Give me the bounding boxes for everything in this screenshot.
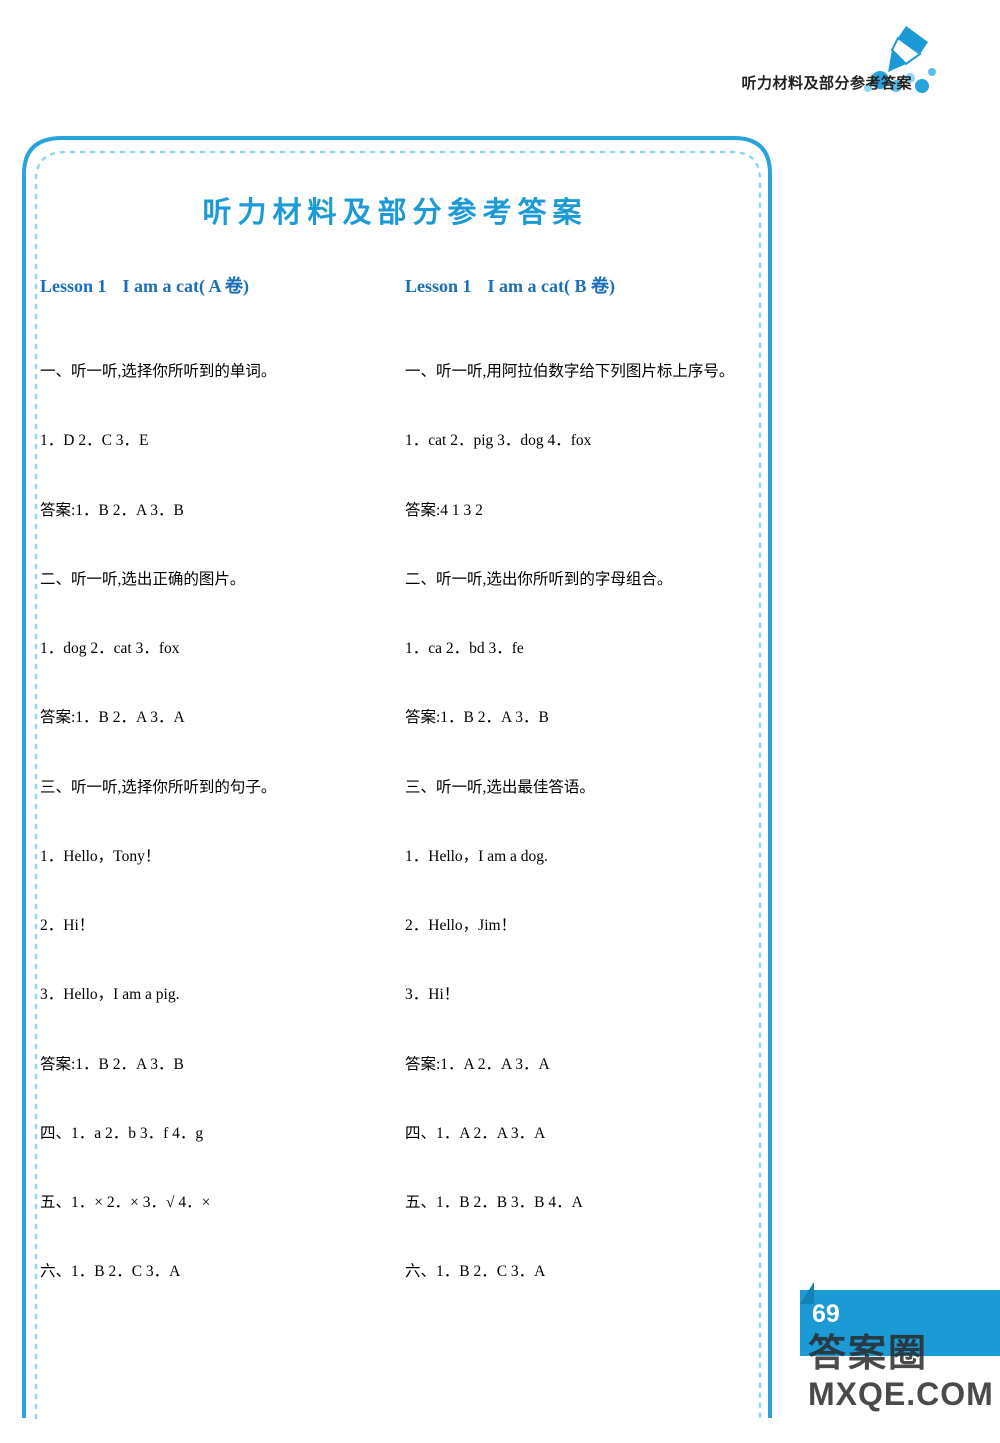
answer-line: 答案:4 1 3 2 (405, 501, 483, 519)
lesson-title-a: I am a cat (122, 276, 199, 296)
page-title: 听力材料及部分参考答案 (202, 197, 588, 229)
answer-line: 三、听一听,选择你所听到的句子。 (40, 778, 277, 796)
watermark: 答案圈 MXQE.COM (800, 1320, 1000, 1443)
answers-column-a: Lesson 1 I am a cat( A 卷) 一、听一听,选择你所听到的单词… (40, 272, 370, 1330)
answer-line: 答案:1．B 2．A 3．B (40, 501, 184, 519)
lesson-heading-b: Lesson 1 I am a cat( B 卷) (405, 272, 735, 298)
answer-line: 1．Hello，Tony！ (40, 847, 161, 865)
page-header: 听力材料及部分参考答案 (0, 0, 1000, 112)
answer-line: 1．ca 2．bd 3．fe (405, 640, 524, 657)
lesson-volume-a: ( A 卷) (199, 276, 250, 296)
answer-line: 3．Hello，I am a pig. (40, 986, 180, 1004)
answer-line: 六、1．B 2．C 3．A (40, 1263, 181, 1281)
answer-line: 1．dog 2．cat 3．fox (40, 640, 180, 657)
lesson-volume-b: ( B 卷) (564, 276, 615, 296)
answer-line: 答案:1．B 2．A 3．A (40, 709, 185, 727)
answer-line: 2．Hello，Jim！ (405, 917, 517, 934)
answer-line: 答案:1．A 2．A 3．A (405, 1055, 550, 1073)
answer-line: 二、听一听,选出你所听到的字母组合。 (405, 570, 673, 588)
answer-line: 答案:1．B 2．A 3．B (405, 709, 549, 727)
answer-line: 四、1．a 2．b 3．f 4．g (40, 1124, 204, 1142)
answer-line: 3．Hi！ (405, 986, 460, 1004)
watermark-english: MXQE.COM (808, 1376, 994, 1412)
lesson-number-a: Lesson 1 (40, 276, 107, 296)
lesson-number-b: Lesson 1 (405, 276, 472, 296)
watermark-chinese: 答案圈 (808, 1333, 929, 1375)
answers-column-b: Lesson 1 I am a cat( B 卷) 一、听一听,用阿拉伯数字给下列… (405, 272, 735, 1330)
lesson-heading-a: Lesson 1 I am a cat( A 卷) (40, 272, 370, 298)
answer-line: 二、听一听,选出正确的图片。 (40, 570, 246, 588)
answer-line: 1．Hello，I am a dog. (405, 847, 548, 865)
answer-line: 一、听一听,用阿拉伯数字给下列图片标上序号。 (405, 363, 735, 380)
answer-line: 一、听一听,选择你所听到的单词。 (40, 363, 277, 380)
answer-line: 四、1．A 2．A 3．A (405, 1124, 546, 1142)
lesson-title-b: I am a cat (487, 276, 564, 296)
answer-line: 六、1．B 2．C 3．A (405, 1263, 546, 1281)
running-header-title: 听力材料及部分参考答案 (741, 75, 912, 92)
answer-line: 三、听一听,选出最佳答语。 (405, 778, 595, 796)
answer-line: 答案:1．B 2．A 3．B (40, 1055, 184, 1073)
section-title-banner: 听力材料及部分参考答案 (185, 185, 605, 241)
answer-line: 1．cat 2．pig 3．dog 4．fox (405, 432, 592, 450)
answer-line: 五、1．B 2．B 3．B 4．A (405, 1194, 583, 1211)
answer-line: 五、1．× 2．× 3．√ 4．× (40, 1194, 211, 1211)
answer-line: 1．D 2．C 3．E (40, 432, 149, 450)
answer-line: 2．Hi！ (40, 917, 95, 934)
